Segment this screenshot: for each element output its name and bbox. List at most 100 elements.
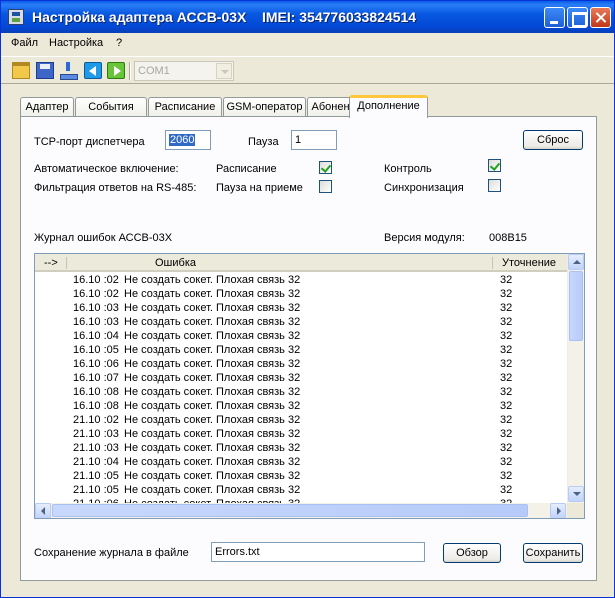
table-row[interactable]: 16.10 :06 Не создать сокет. Плохая связь …: [35, 358, 567, 372]
horizontal-scroll-thumb[interactable]: [52, 504, 528, 517]
row-time: 16.10 :06: [73, 358, 119, 370]
table-row[interactable]: 16.10 :08 Не создать сокет. Плохая связь …: [35, 386, 567, 400]
table-row[interactable]: 16.10 :02 Не создать сокет. Плохая связь …: [35, 274, 567, 288]
arrow-left-icon[interactable]: [84, 62, 102, 79]
row-detail: 32: [500, 442, 513, 454]
row-detail: 32: [500, 288, 513, 300]
control-checkbox[interactable]: [488, 159, 501, 172]
pause-on-receive-checkbox[interactable]: [319, 180, 332, 193]
row-error: Не создать сокет. Плохая связь 32: [124, 470, 301, 482]
menu-help[interactable]: ?: [116, 37, 122, 49]
menu-settings[interactable]: Настройка: [49, 37, 103, 49]
column-header-marker[interactable]: -->: [44, 257, 58, 269]
table-row[interactable]: 16.10 :08 Не создать сокет. Плохая связь …: [35, 400, 567, 414]
row-time: 21.10 :03: [73, 442, 119, 454]
close-button[interactable]: [590, 7, 611, 28]
menu-file[interactable]: Файл: [11, 37, 38, 49]
table-row[interactable]: 16.10 :07 Не создать сокет. Плохая связь …: [35, 372, 567, 386]
vertical-scroll-thumb[interactable]: [569, 271, 583, 341]
open-folder-icon[interactable]: [12, 62, 30, 79]
table-row[interactable]: 21.10 :02 Не создать сокет. Плохая связь …: [35, 414, 567, 428]
scroll-down-icon[interactable]: [568, 486, 584, 502]
pause-label: Пауза: [248, 136, 279, 148]
port-select[interactable]: COM1: [134, 61, 234, 81]
row-time: 16.10 :05: [73, 344, 119, 356]
table-row[interactable]: 21.10 :03 Не создать сокет. Плохая связь …: [35, 442, 567, 456]
error-log-grid[interactable]: --> Ошибка Уточнение 16.10 :02 Не создать…: [34, 253, 585, 519]
reset-button[interactable]: Сброс: [523, 130, 583, 150]
row-error: Не создать сокет. Плохая связь 32: [124, 288, 301, 300]
browse-button[interactable]: Обзор: [443, 543, 501, 563]
table-row[interactable]: 16.10 :02 Не создать сокет. Плохая связь …: [35, 288, 567, 302]
row-time: 21.10 :03: [73, 428, 119, 440]
auto-on-label: Автоматическое включение:: [34, 163, 179, 175]
table-row[interactable]: 16.10 :03 Не создать сокет. Плохая связь …: [35, 316, 567, 330]
row-error: Не создать сокет. Плохая связь 32: [124, 330, 301, 342]
save-button[interactable]: Сохранить: [523, 543, 583, 563]
row-error: Не создать сокет. Плохая связь 32: [124, 414, 301, 426]
main-window: Настройка адаптера АССВ-03Х IMEI: 354776…: [0, 0, 615, 598]
toolbar: COM1: [1, 56, 614, 84]
table-row[interactable]: 21.10 :05 Не создать сокет. Плохая связь …: [35, 470, 567, 484]
row-detail: 32: [500, 484, 513, 496]
maximize-button[interactable]: [567, 7, 588, 28]
tcp-port-label: TCP-порт диспетчера: [34, 136, 145, 148]
log-file-input[interactable]: Errors.txt: [211, 542, 425, 562]
row-time: 21.10 :05: [73, 470, 119, 482]
column-header-error[interactable]: Ошибка: [155, 257, 196, 269]
table-row[interactable]: 16.10 :03 Не создать сокет. Плохая связь …: [35, 302, 567, 316]
vertical-scrollbar[interactable]: [567, 254, 584, 503]
scroll-right-icon[interactable]: [550, 503, 566, 518]
horizontal-scrollbar[interactable]: [35, 503, 567, 518]
row-error: Не создать сокет. Плохая связь 32: [124, 372, 301, 384]
save-disk-icon[interactable]: [36, 62, 54, 79]
tcp-port-value: 2060: [169, 134, 196, 146]
chevron-down-icon[interactable]: [216, 63, 232, 79]
table-row[interactable]: 16.10 :04 Не создать сокет. Плохая связь …: [35, 330, 567, 344]
tab-adapter[interactable]: Адаптер: [20, 97, 74, 117]
table-row[interactable]: 16.10 :05 Не создать сокет. Плохая связь …: [35, 344, 567, 358]
grid-header: --> Ошибка Уточнение: [35, 254, 567, 272]
schedule-label: Расписание: [216, 163, 277, 175]
column-header-detail[interactable]: Уточнение: [502, 257, 556, 269]
tab-events[interactable]: События: [75, 97, 147, 117]
module-version-label: Версия модуля:: [384, 232, 465, 244]
row-error: Не создать сокет. Плохая связь 32: [124, 358, 301, 370]
scroll-corner: [567, 503, 584, 518]
app-icon[interactable]: [8, 9, 24, 25]
menu-bar: Файл Настройка ?: [1, 34, 614, 54]
table-row[interactable]: 21.10 :05 Не создать сокет. Плохая связь …: [35, 484, 567, 498]
tab-schedule[interactable]: Расписание: [148, 97, 222, 117]
table-row[interactable]: 21.10 :03 Не создать сокет. Плохая связь …: [35, 428, 567, 442]
row-detail: 32: [500, 400, 513, 412]
download-icon[interactable]: [59, 62, 78, 80]
row-time: 16.10 :07: [73, 372, 119, 384]
row-error: Не создать сокет. Плохая связь 32: [124, 386, 301, 398]
row-time: 16.10 :08: [73, 400, 119, 412]
tab-additional[interactable]: Дополнение: [349, 95, 428, 118]
tab-gsm-operator[interactable]: GSM-оператор: [223, 97, 306, 117]
row-detail: 32: [500, 456, 513, 468]
scroll-up-icon[interactable]: [568, 254, 584, 270]
sync-checkbox[interactable]: [488, 179, 501, 192]
row-time: 16.10 :03: [73, 316, 119, 328]
minimize-button[interactable]: [544, 7, 565, 28]
row-detail: 32: [500, 386, 513, 398]
row-error: Не создать сокет. Плохая связь 32: [124, 400, 301, 412]
schedule-checkbox[interactable]: [319, 161, 332, 174]
tcp-port-input[interactable]: 2060: [165, 130, 211, 150]
row-error: Не создать сокет. Плохая связь 32: [124, 302, 301, 314]
scroll-left-icon[interactable]: [35, 503, 51, 518]
row-time: 16.10 :02: [73, 274, 119, 286]
row-error: Не создать сокет. Плохая связь 32: [124, 316, 301, 328]
title-bar[interactable]: Настройка адаптера АССВ-03Х IMEI: 354776…: [1, 1, 614, 33]
pause-input[interactable]: 1: [291, 130, 337, 150]
grid-rows: 16.10 :02 Не создать сокет. Плохая связь …: [35, 274, 567, 503]
table-row[interactable]: 21.10 :04 Не создать сокет. Плохая связь …: [35, 456, 567, 470]
row-error: Не создать сокет. Плохая связь 32: [124, 274, 301, 286]
arrow-right-icon[interactable]: [107, 62, 125, 79]
row-error: Не создать сокет. Плохая связь 32: [124, 456, 301, 468]
row-detail: 32: [500, 372, 513, 384]
row-detail: 32: [500, 316, 513, 328]
log-title: Журнал ошибок АССВ-03Х: [34, 232, 173, 244]
